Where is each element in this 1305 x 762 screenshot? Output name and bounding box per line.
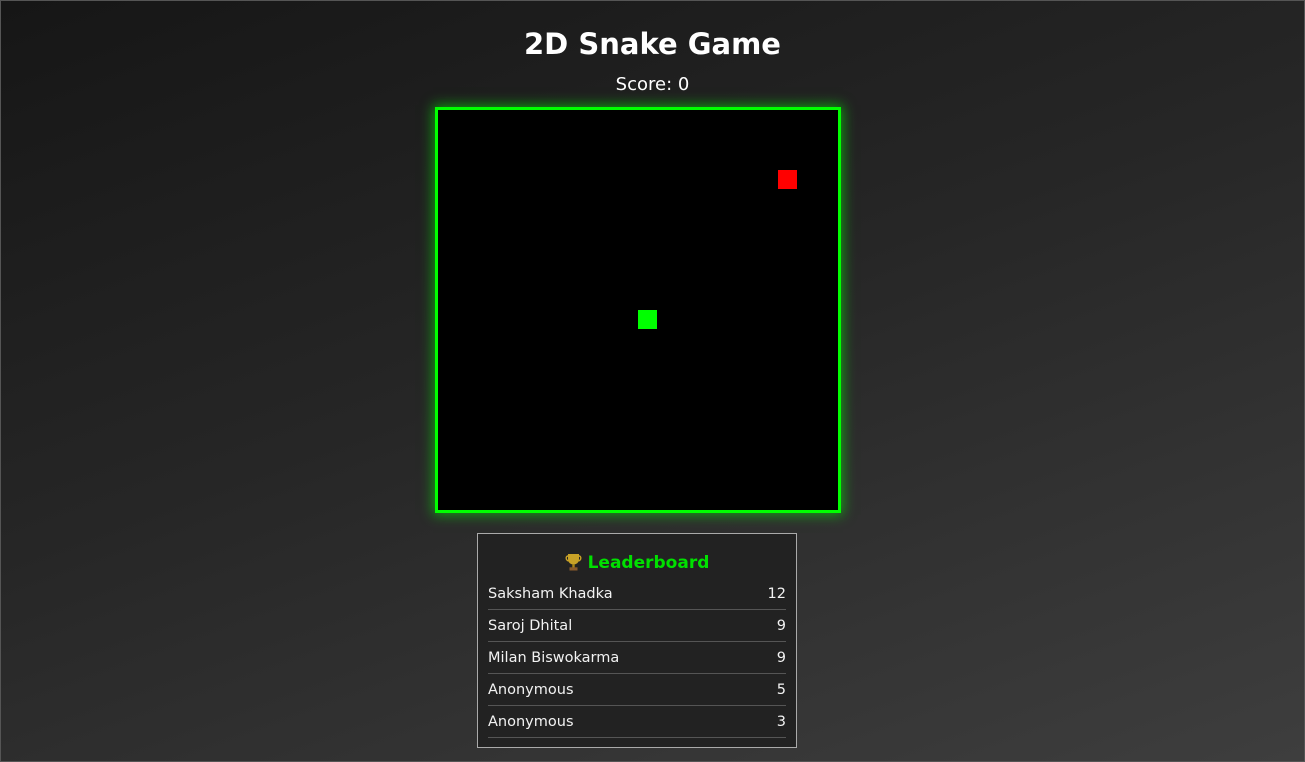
- leaderboard-row: Anonymous 5: [488, 674, 786, 706]
- player-score: 12: [767, 585, 786, 602]
- player-name: Milan Biswokarma: [488, 649, 620, 666]
- leaderboard-heading: Leaderboard: [488, 550, 786, 576]
- trophy-icon: [565, 552, 582, 572]
- leaderboard-row: Saksham Khadka 12: [488, 578, 786, 610]
- page-title: 2D Snake Game: [524, 27, 781, 61]
- player-score: 5: [776, 681, 786, 698]
- leaderboard-row: Saroj Dhital 9: [488, 610, 786, 642]
- leaderboard-panel: Leaderboard Saksham Khadka 12 Saroj Dhit…: [477, 533, 797, 748]
- leaderboard-row: Milan Biswokarma 9: [488, 642, 786, 674]
- player-score: 9: [776, 649, 786, 666]
- player-name: Anonymous: [488, 681, 574, 698]
- snake-head: [638, 310, 657, 329]
- score-display: Score: 0: [615, 74, 690, 95]
- game-board[interactable]: [435, 107, 841, 513]
- food-item: [778, 170, 797, 189]
- leaderboard-row: Anonymous 3: [488, 706, 786, 738]
- player-score: 3: [776, 713, 786, 730]
- player-score: 9: [776, 617, 786, 634]
- player-name: Saroj Dhital: [488, 617, 573, 634]
- player-name: Saksham Khadka: [488, 585, 613, 602]
- leaderboard-title: Leaderboard: [587, 553, 710, 573]
- player-name: Anonymous: [488, 713, 574, 730]
- leaderboard-list: Saksham Khadka 12 Saroj Dhital 9 Milan B…: [488, 578, 786, 738]
